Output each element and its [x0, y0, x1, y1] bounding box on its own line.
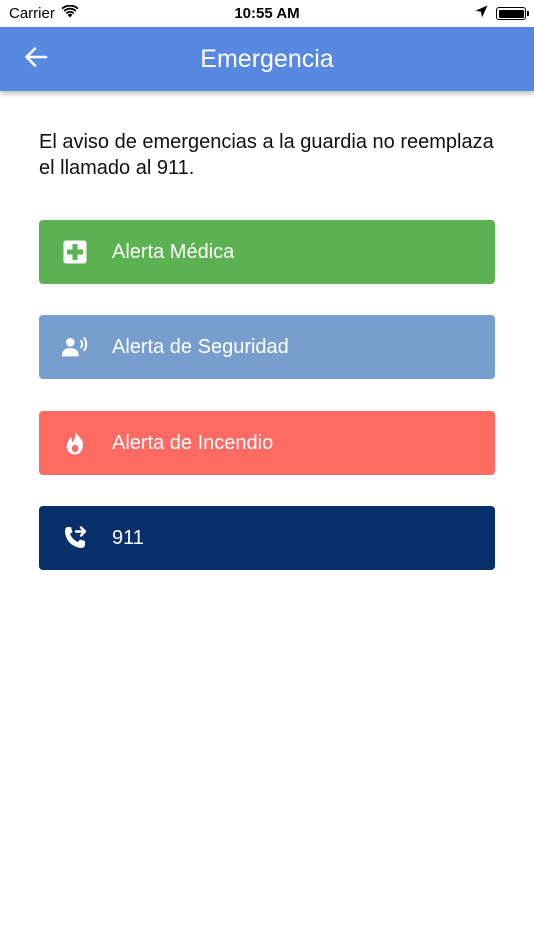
status-time: 10:55 AM — [234, 5, 300, 22]
fire-alert-label: Alerta de Incendio — [112, 431, 274, 454]
location-arrow-icon — [475, 5, 488, 22]
page-title: Emergencia — [200, 45, 334, 73]
status-bar: Carrier 10:55 AM — [0, 0, 534, 27]
phone-forward-icon — [61, 524, 89, 552]
security-alert-button[interactable]: Alerta de Seguridad — [39, 315, 495, 379]
fire-alert-button[interactable]: Alerta de Incendio — [39, 411, 495, 475]
app-header: Emergencia — [0, 27, 534, 91]
emergency-screen: Carrier 10:55 AM Emergencia El aviso de … — [0, 0, 534, 950]
status-right — [475, 5, 529, 22]
call-911-label: 911 — [112, 526, 144, 549]
person-alarm-icon — [61, 333, 89, 361]
medical-alert-button[interactable]: Alerta Médica — [39, 220, 495, 284]
battery-icon — [496, 7, 529, 20]
fire-icon — [61, 429, 89, 457]
emergency-notice: El aviso de emergencias a la guardia no … — [39, 131, 494, 179]
medical-cross-icon — [61, 238, 89, 266]
call-911-button[interactable]: 911 — [39, 506, 495, 570]
medical-alert-label: Alerta Médica — [112, 240, 235, 263]
security-alert-label: Alerta de Seguridad — [112, 335, 289, 358]
